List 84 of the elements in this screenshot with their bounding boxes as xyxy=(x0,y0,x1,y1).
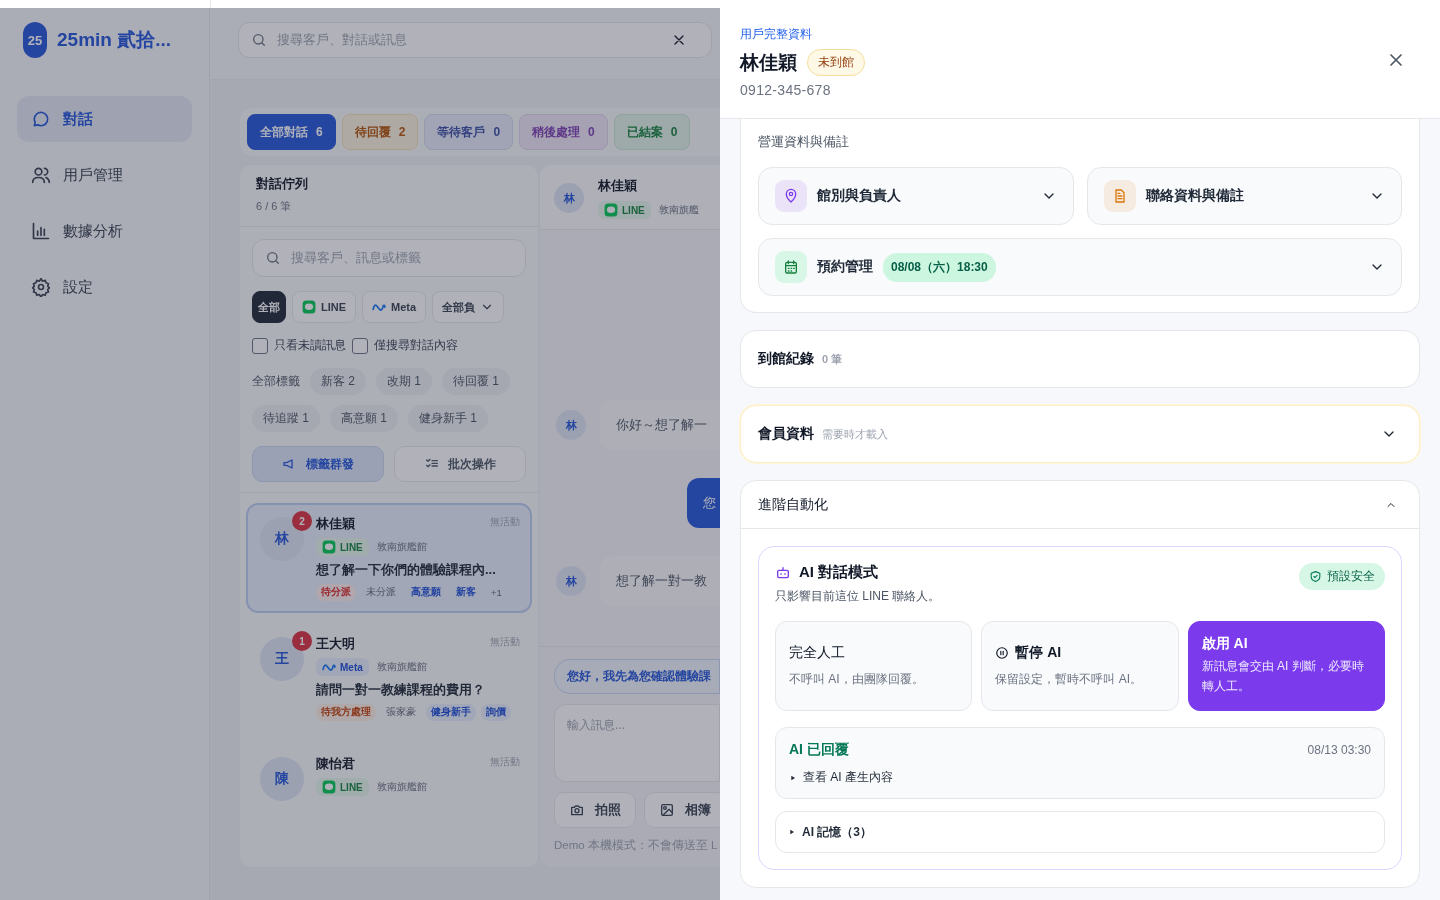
tag: 待我方處理 xyxy=(316,704,376,721)
tag: 健身新手 xyxy=(426,704,476,721)
record-count: 0 筆 xyxy=(822,351,843,367)
unread-badge: 1 xyxy=(292,631,312,651)
tag-filter[interactable]: 待追蹤 1 xyxy=(252,405,320,432)
status-tab[interactable]: 稍後處理 0 xyxy=(519,114,608,150)
collapsible-panel[interactable]: 會員資料 需要時才載入 xyxy=(740,405,1420,463)
section-title: AI 對話模式 xyxy=(799,563,879,582)
customer-name: 林佳穎 xyxy=(740,50,797,75)
sidebar-item[interactable]: 設定 xyxy=(17,264,192,310)
message-preview: 想了解一下你們的體驗課程內... xyxy=(316,561,497,579)
help-text: 只影響目前這位 LINE 聯絡人。 xyxy=(775,588,941,605)
status-tab[interactable]: 待回覆 2 xyxy=(341,114,419,150)
tag: 待分派 xyxy=(316,584,356,601)
contact-name: 王大明 xyxy=(316,635,355,653)
branch-label: 敦南旗艦館 xyxy=(376,660,427,674)
app-name: 25min 貳拾... xyxy=(57,28,172,52)
section-header[interactable]: 進階自動化 xyxy=(741,481,1419,529)
record-count: 6 / 6 筆 xyxy=(256,199,293,214)
contact-name: 陳怡君 xyxy=(316,755,355,773)
status-title: AI 已回覆 xyxy=(789,741,849,759)
badge-label: 預設安全 xyxy=(1327,568,1375,585)
collapsible-panel[interactable]: 館別與負責人 xyxy=(758,167,1074,225)
status-tab[interactable]: 全部對話 6 xyxy=(247,114,336,150)
mode-option[interactable]: 完全人工 不呼叫 AI，由團隊回覆。 xyxy=(775,621,973,711)
channel-label: LINE xyxy=(622,204,645,216)
action-button[interactable]: 批次操作 xyxy=(394,446,526,482)
drawer-eyebrow: 用戶完整資料 xyxy=(740,26,813,43)
section-label: 營運資料與備註 xyxy=(758,133,850,151)
contact-name: 林佳穎 xyxy=(598,177,638,195)
message-bubble: 您 xyxy=(687,478,720,528)
avatar: 林 xyxy=(556,566,586,596)
unread-badge: 2 xyxy=(292,511,312,531)
date-badge: 08/08（六）18:30 xyxy=(883,252,996,282)
tag-text: 未分派 xyxy=(365,585,397,599)
message-bubble: 想了解一對一教 xyxy=(600,556,720,606)
disclosure-toggle[interactable]: 查看 AI 產生內容 xyxy=(789,769,893,786)
attach-button[interactable]: 拍照 xyxy=(554,792,636,828)
section-title: 到館紀錄 xyxy=(758,350,814,368)
tag-filter[interactable]: 高意願 1 xyxy=(330,405,399,432)
phone-number: 0912-345-678 xyxy=(740,82,832,98)
branch-label: 敦南旗艦 xyxy=(658,203,699,217)
mode-option[interactable]: 啟用 AI 新訊息會交由 AI 判斷，必要時轉人工。 xyxy=(1187,621,1385,711)
logo-mark: 25 xyxy=(23,22,47,58)
tag-text: +1 xyxy=(490,586,503,600)
tag-text: 張家豪 xyxy=(385,705,417,719)
tag-filter[interactable]: 新客 2 xyxy=(310,368,366,395)
message-bubble: 你好～想了解一 xyxy=(600,400,720,450)
status-badge: 未到館 xyxy=(807,49,865,76)
tag-filter[interactable]: 健身新手 1 xyxy=(408,405,489,432)
avatar: 林 xyxy=(556,410,586,440)
message-preview: 請問一對一教練課程的費用？ xyxy=(316,681,486,699)
owner-dropdown[interactable]: 全部負 xyxy=(432,291,505,323)
avatar: 林 xyxy=(554,183,584,213)
channel-label: Meta xyxy=(340,661,363,673)
tag: 詢價 xyxy=(481,704,511,721)
channel-filter[interactable]: Meta xyxy=(362,291,427,323)
status-tab[interactable]: 等待客戶 0 xyxy=(424,114,514,150)
panel-title: 對話佇列 xyxy=(256,175,309,193)
tag-filter[interactable]: 改期 1 xyxy=(376,368,433,395)
channel-label: LINE xyxy=(340,781,363,793)
timestamp: 08/13 03:30 xyxy=(1307,743,1371,757)
channel-filter[interactable]: 全部 xyxy=(252,291,286,323)
channel-label: LINE xyxy=(340,541,363,553)
status-tab[interactable]: 已結案 0 xyxy=(613,114,691,150)
action-button[interactable]: 標籤群發 xyxy=(252,446,384,482)
disclosure-toggle[interactable]: AI 記憶（3） xyxy=(775,811,1385,853)
branch-label: 敦南旗艦館 xyxy=(376,540,427,554)
checkbox-label: 僅搜尋對話內容 xyxy=(374,337,458,354)
branch-label: 敦南旗艦館 xyxy=(376,780,427,794)
collapsible-panel[interactable]: 預約管理 08/08（六）18:30 xyxy=(758,238,1402,296)
avatar: 陳 xyxy=(260,757,304,801)
checkbox-label: 只看未讀訊息 xyxy=(274,337,346,354)
sidebar-item[interactable]: 用戶管理 xyxy=(17,152,192,198)
contact-name: 林佳穎 xyxy=(316,515,355,533)
suggested-reply[interactable]: 您好，我先為您確認體驗課 xyxy=(554,659,720,694)
mode-option[interactable]: 暫停 AI 保留設定，暫時不呼叫 AI。 xyxy=(981,621,1179,711)
tag-filter[interactable]: 待回覆 1 xyxy=(442,368,511,395)
collapsible-panel[interactable]: 聯絡資料與備註 xyxy=(1086,167,1402,225)
sidebar-item[interactable]: 數據分析 xyxy=(17,208,192,254)
tag-filter[interactable]: 全部標籤 xyxy=(252,373,300,390)
channel-filter[interactable]: LINE xyxy=(292,291,357,323)
attach-button[interactable]: 相簿 xyxy=(644,792,720,828)
sidebar-item[interactable]: 對話 xyxy=(17,96,192,142)
